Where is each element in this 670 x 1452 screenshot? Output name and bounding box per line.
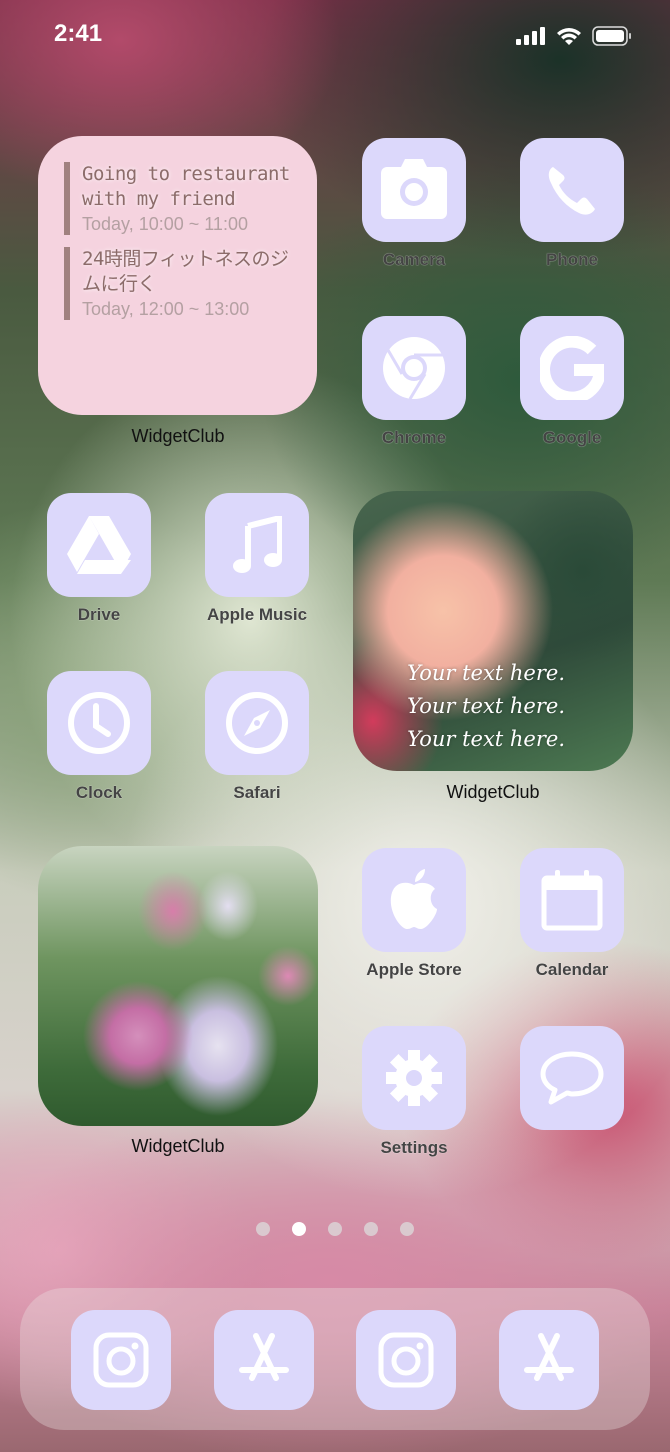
photo-widget[interactable]: Your text here. Your text here. Your tex… [353,491,633,771]
page-dot-active[interactable] [292,1222,306,1236]
instagram-icon [378,1332,434,1388]
app-label: Camera [382,250,446,269]
page-dot[interactable] [328,1222,342,1236]
app-label: Google [542,428,602,447]
instagram-icon [93,1332,149,1388]
app-label: Clock [75,783,123,802]
app-label: Chrome [381,428,447,447]
app-apple-store[interactable]: Apple Store [362,848,466,980]
gear-icon [386,1050,442,1106]
page-indicator[interactable] [0,1222,670,1236]
app-label: Settings [380,1138,448,1157]
photo-text-line: Your text here. [407,694,565,718]
event-title: Going to restaurant with my friend [82,163,290,210]
photo-text-line: Your text here. [407,661,565,685]
status-time: 2:41 [54,20,103,47]
app-messages[interactable] [520,1026,624,1130]
battery-icon [592,26,631,46]
app-label: Apple Store [366,960,462,979]
page-dot[interactable] [400,1222,414,1236]
app-settings[interactable]: Settings [362,1026,466,1158]
app-label: Drive [77,605,121,624]
dock-app-store[interactable] [499,1310,599,1410]
photo-widget[interactable] [38,846,318,1126]
app-safari[interactable]: Safari [205,671,309,803]
app-label: Apple Music [206,605,308,624]
chat-bubble-icon [540,1051,604,1105]
page-dot[interactable] [256,1222,270,1236]
calendar-widget[interactable]: Going to restaurant with my friend Today… [38,136,317,415]
event-item: 24時間フィットネスのジムに行く Today, 12:00 ~ 13:00 [64,247,293,320]
event-title: 24時間フィットネスのジムに行く [82,248,289,295]
google-icon [540,336,604,400]
app-drive[interactable]: Drive [47,493,151,625]
music-note-icon [233,516,282,573]
drive-icon [67,516,131,574]
compass-icon [226,692,288,754]
app-camera[interactable]: Camera [362,138,466,270]
dock-app-instagram[interactable] [356,1310,456,1410]
event-time: Today, 10:00 ~ 11:00 [82,214,248,234]
event-time: Today, 12:00 ~ 13:00 [82,299,250,319]
signal-icon [516,27,545,45]
apple-icon [390,869,437,929]
app-label: Safari [233,783,281,802]
camera-icon [381,159,447,219]
app-chrome[interactable]: Chrome [362,316,466,448]
app-calendar[interactable]: Calendar [520,848,624,980]
app-clock[interactable]: Clock [47,671,151,803]
dock-app-instagram[interactable] [71,1310,171,1410]
widget-label: WidgetClub [131,426,225,446]
calendar-icon [541,870,603,931]
widget-label: WidgetClub [446,782,540,802]
app-store-icon [524,1333,574,1381]
chrome-icon [383,337,445,400]
app-apple-music[interactable]: Apple Music [205,493,309,625]
app-phone[interactable]: Phone [520,138,624,270]
dock [20,1288,650,1430]
phone-icon [548,167,595,215]
dock-app-store[interactable] [214,1310,314,1410]
app-label: Calendar [535,960,609,979]
wifi-icon [557,28,581,45]
app-google[interactable]: Google [520,316,624,448]
widget-label: WidgetClub [131,1136,225,1156]
page-dot[interactable] [364,1222,378,1236]
app-label: Phone [546,250,598,269]
app-store-icon [239,1333,289,1381]
status-bar: 2:41 [0,0,670,80]
photo-text-line: Your text here. [407,727,565,751]
event-item: Going to restaurant with my friend Today… [64,162,293,235]
clock-icon [68,692,130,754]
